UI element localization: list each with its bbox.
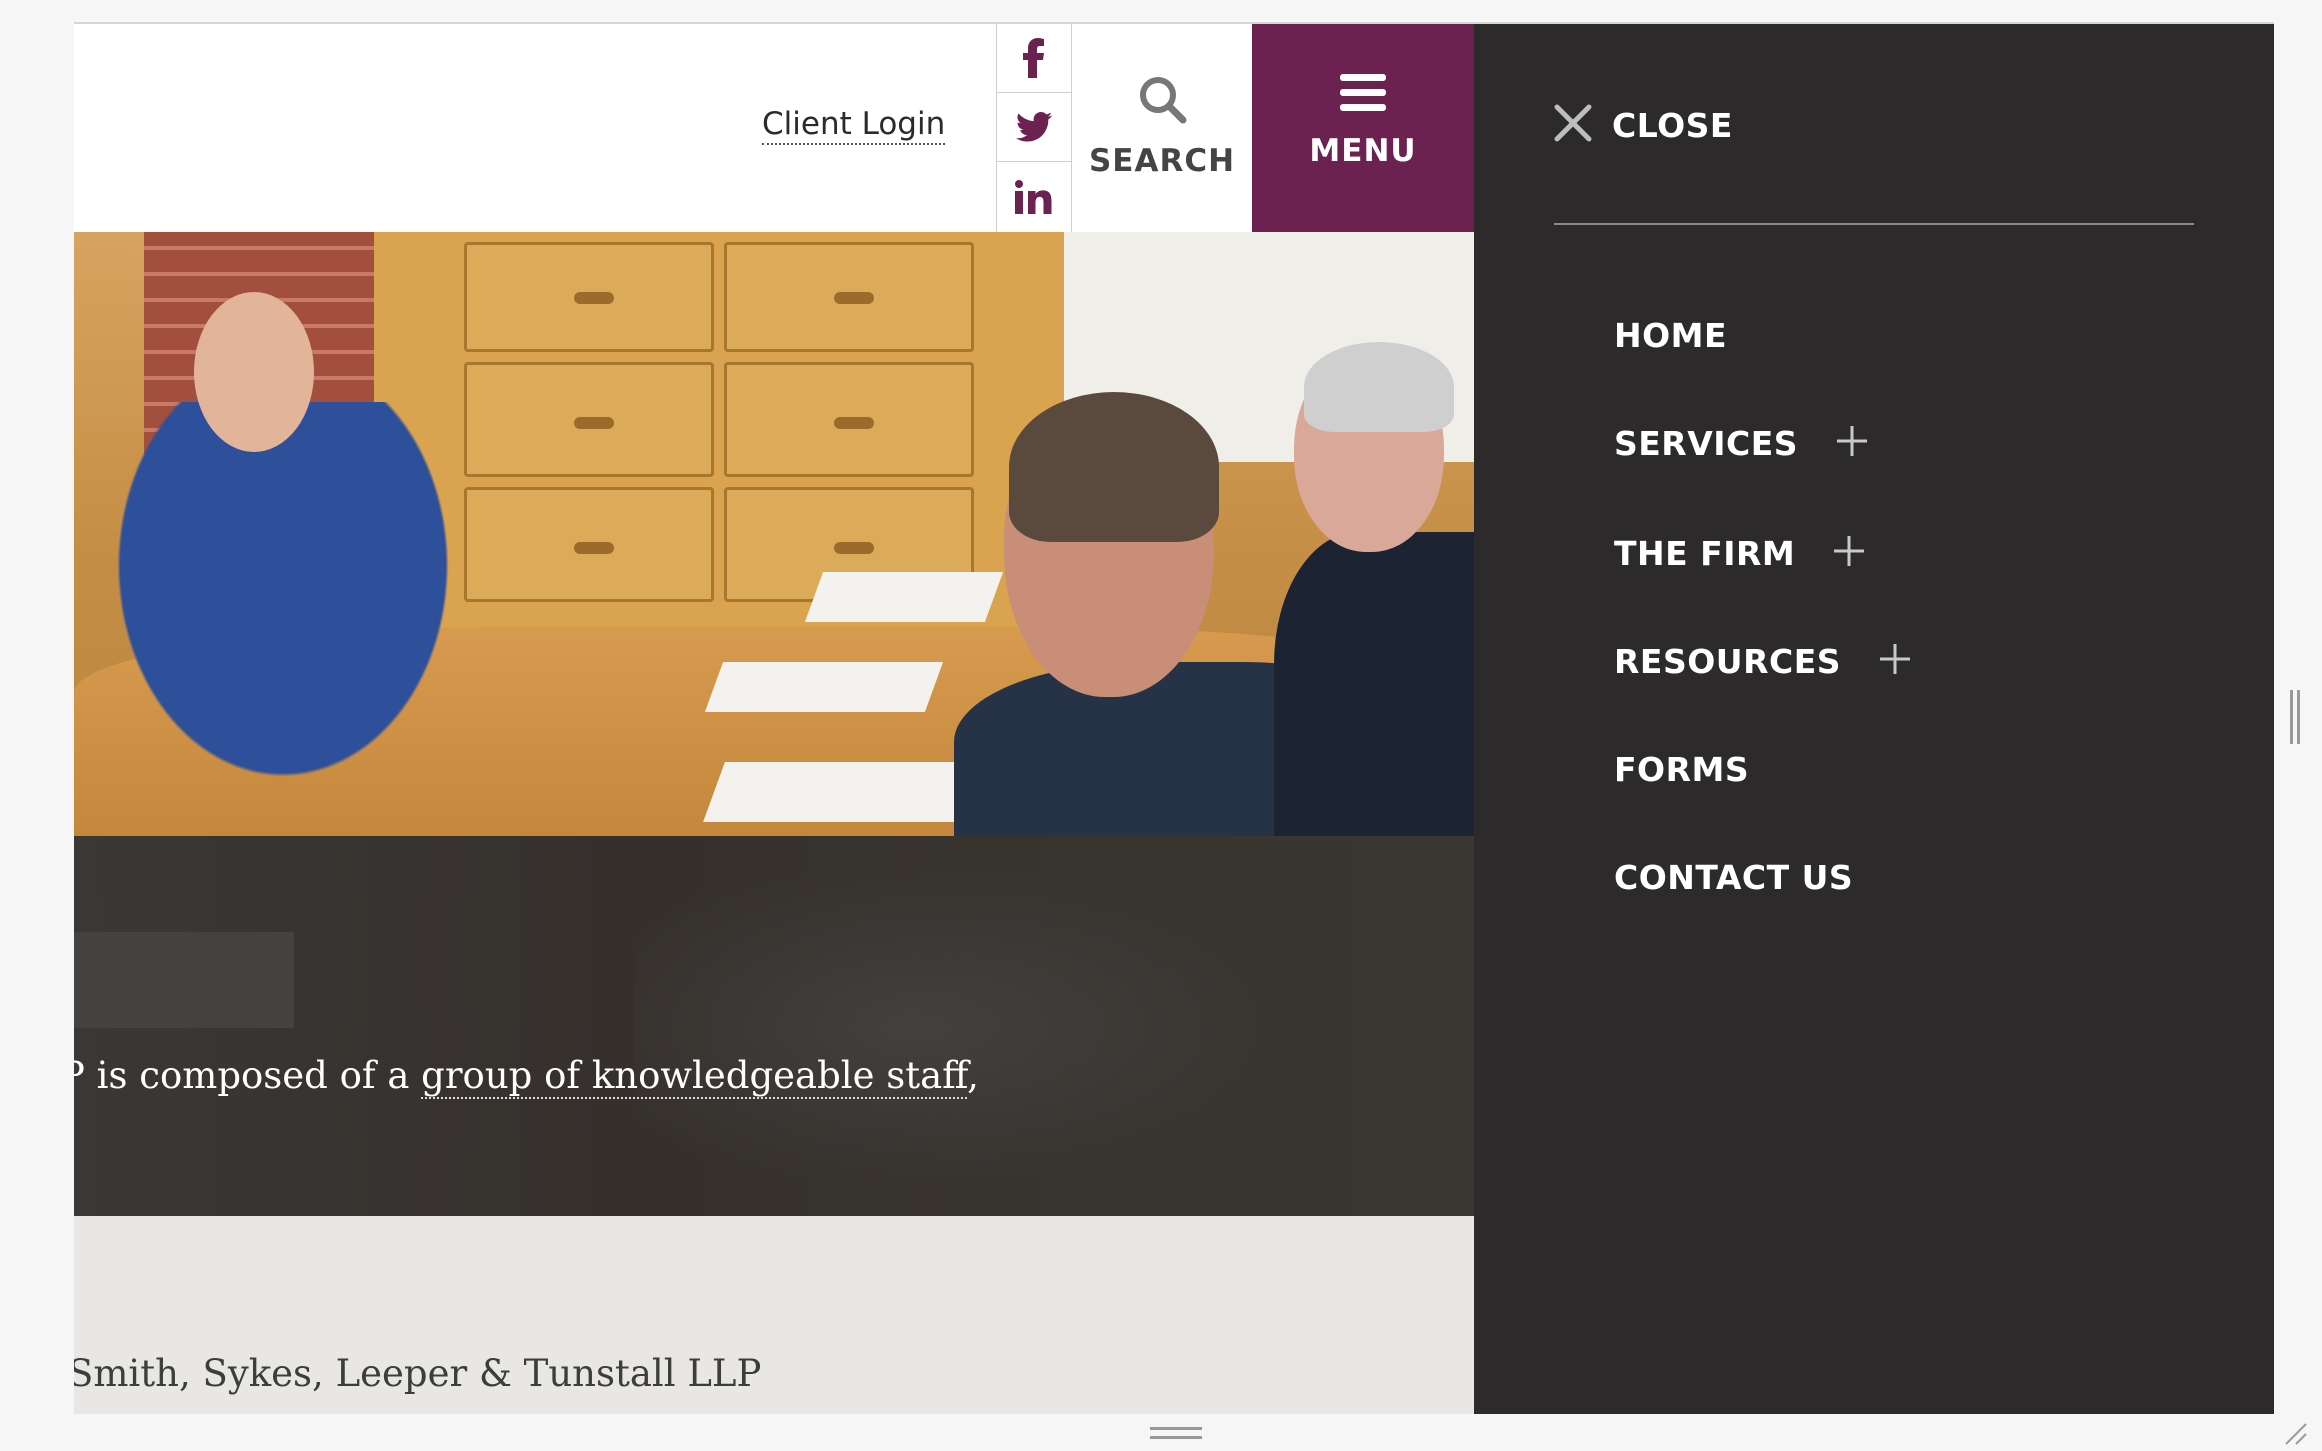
close-label: CLOSE: [1612, 106, 1733, 145]
vertical-resize-handle[interactable]: [2290, 690, 2300, 744]
page-content: Client Login SEARCH MENU P is composed o…: [74, 24, 1474, 1414]
expand-plus-icon[interactable]: [1879, 643, 1911, 680]
intro-text-tail: ,: [967, 1054, 979, 1097]
facebook-icon: [1023, 38, 1045, 78]
search-icon: [1137, 74, 1187, 129]
nav-item-contact-us[interactable]: CONTACT US: [1614, 858, 1853, 897]
facebook-link[interactable]: [997, 24, 1071, 93]
twitter-icon: [1016, 112, 1052, 142]
client-login-link[interactable]: Client Login: [762, 106, 946, 146]
nav-item-resources[interactable]: RESOURCES: [1614, 642, 1911, 681]
nav-item-label: SERVICES: [1614, 424, 1799, 463]
search-label: SEARCH: [1088, 143, 1236, 179]
nav-item-label: FORMS: [1614, 750, 1750, 789]
nav-item-forms[interactable]: FORMS: [1614, 750, 1749, 789]
social-links: [996, 24, 1072, 232]
expand-plus-icon[interactable]: [1836, 425, 1868, 462]
menu-label: MENU: [1309, 133, 1417, 169]
staff-link[interactable]: group of knowledgeable staff: [421, 1054, 968, 1099]
expand-plus-icon[interactable]: [1833, 535, 1865, 572]
site-header: Client Login SEARCH MENU: [74, 24, 1474, 232]
intro-text: P is composed of a group of knowledgeabl…: [74, 1054, 979, 1099]
search-button[interactable]: SEARCH: [1072, 24, 1252, 232]
hamburger-icon: [1340, 74, 1386, 117]
nav-item-label: HOME: [1614, 316, 1728, 355]
browser-viewport: Client Login SEARCH MENU P is composed o…: [74, 22, 2274, 1414]
intro-band: P is composed of a group of knowledgeabl…: [74, 836, 1474, 1216]
firm-name-heading: Smith, Sykes, Leeper & Tunstall LLP: [74, 1352, 762, 1395]
nav-item-services[interactable]: SERVICES: [1614, 424, 1868, 463]
menu-divider: [1554, 223, 2194, 225]
twitter-link[interactable]: [997, 93, 1071, 162]
nav-item-label: RESOURCES: [1614, 642, 1842, 681]
nav-item-label: CONTACT US: [1614, 858, 1854, 897]
nav-item-home[interactable]: HOME: [1614, 316, 1727, 355]
close-icon: [1554, 104, 1592, 147]
linkedin-icon: [1015, 180, 1053, 214]
menu-button[interactable]: MENU: [1252, 24, 1474, 232]
about-section: Smith, Sykes, Leeper & Tunstall LLP: [74, 1216, 1474, 1414]
menu-panel: CLOSE HOME SERVICES THE FIRM RESOURCES F…: [1474, 24, 2274, 1414]
linkedin-link[interactable]: [997, 162, 1071, 232]
intro-text-lead: P is composed of a: [74, 1054, 422, 1097]
horizontal-resize-handle[interactable]: [1150, 1427, 1202, 1439]
nav-item-the-firm[interactable]: THE FIRM: [1614, 534, 1865, 573]
corner-resize-icon[interactable]: [2282, 1420, 2308, 1446]
close-button[interactable]: CLOSE: [1554, 104, 1733, 147]
hero-image: [74, 232, 1474, 836]
nav-item-label: THE FIRM: [1614, 534, 1796, 573]
